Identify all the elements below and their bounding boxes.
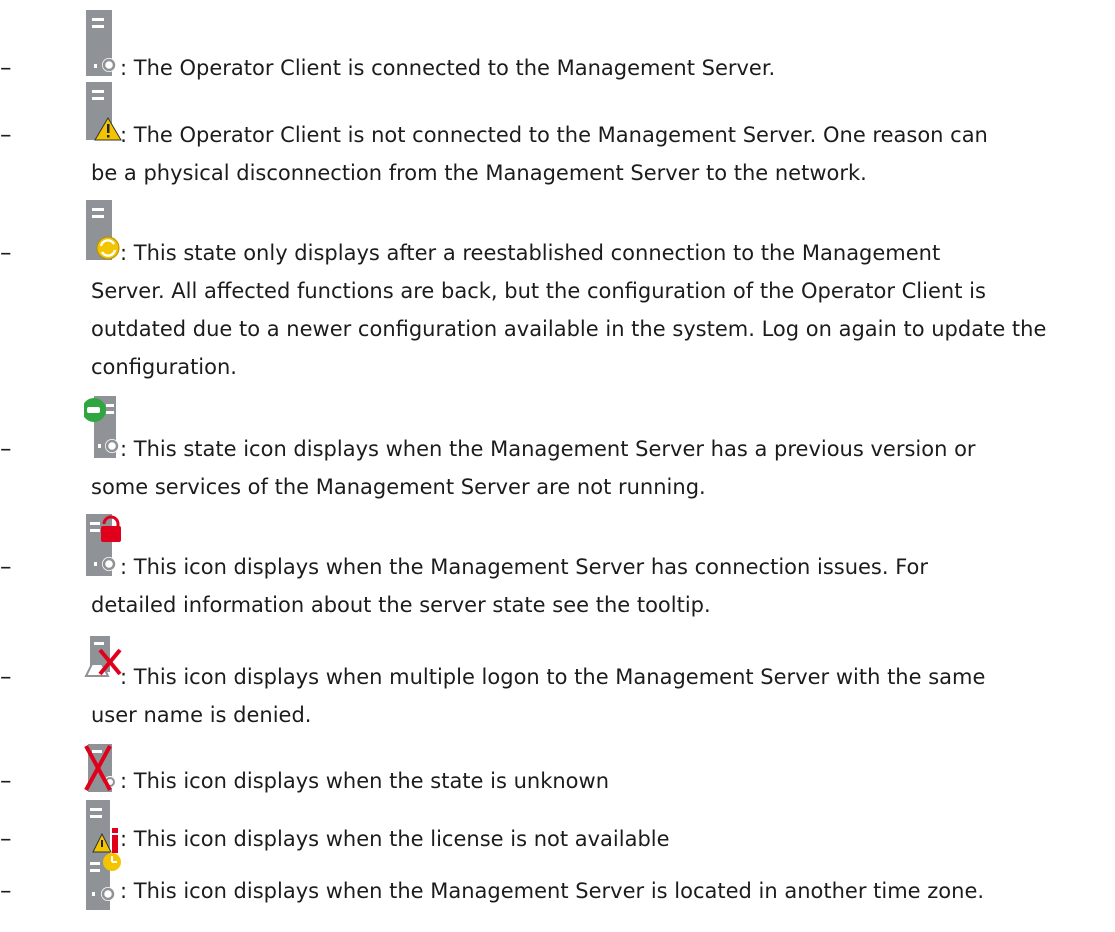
list-bullet: – [0,878,12,904]
list-item-connection-issues: – : This icon displays when the Manageme… [0,514,1115,634]
item-description: : This state icon displays when the Mana… [120,437,976,461]
list-item-disconnected: – : The Operator Client is not connected… [0,82,1115,202]
item-description: : This state only displays after a reest… [120,241,941,265]
server-other-timezone-icon [84,852,122,932]
list-bullet: – [0,436,12,462]
server-connected-icon [84,0,122,80]
item-description-continued: configuration. [91,355,237,379]
item-description: : This icon displays when the Management… [120,555,929,579]
item-description-continued: outdated due to a newer configuration av… [91,317,1047,341]
item-description-continued: Server. All affected functions are back,… [91,279,986,303]
server-disconnected-warning-icon [84,82,122,162]
item-description: : This icon displays when multiple logon… [120,665,986,689]
list-item-connected: – : The Operator Client is connected to … [0,0,1115,81]
list-bullet: – [0,240,12,266]
list-item-config-outdated: – : This state only displays after a ree… [0,200,1115,400]
list-bullet: – [0,664,12,690]
item-description: : This icon displays when the Management… [120,879,985,903]
server-previous-version-icon [84,396,122,476]
list-item-other-timezone: – : This icon displays when the Manageme… [0,852,1115,913]
list-bullet: – [0,122,12,148]
list-bullet: – [0,554,12,580]
server-connection-issues-lock-icon [84,514,122,594]
list-item-unknown-state: – : This icon displays when the state is… [0,742,1115,802]
server-config-outdated-icon [84,200,122,280]
list-item-multiple-logon-denied: – : This icon displays when multiple log… [0,634,1115,744]
item-description: : This icon displays when the state is u… [120,769,610,793]
status-icon-list-page: { "list_bullet": "–", "items": [ { "icon… [0,0,1115,913]
item-description-continued: be a physical disconnection from the Man… [91,161,867,185]
list-item-license-unavailable: – : This icon displays when the license … [0,800,1115,860]
item-description-continued: some services of the Management Server a… [91,475,706,499]
item-description-continued: user name is denied. [91,703,312,727]
item-description: : The Operator Client is not connected t… [120,123,988,147]
item-description-continued: detailed information about the server st… [91,593,711,617]
list-item-previous-version: – : This state icon displays when the Ma… [0,396,1115,516]
list-bullet: – [0,768,12,794]
